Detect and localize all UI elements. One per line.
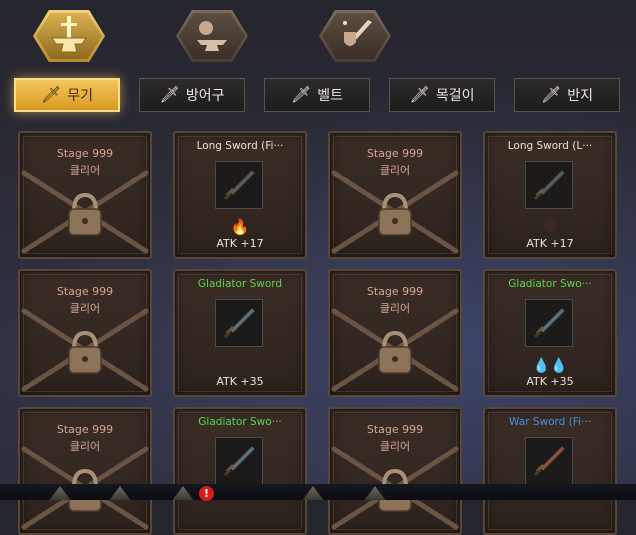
earth-gem-icon xyxy=(544,220,556,232)
locked-slot-card[interactable]: Stage 999 클리어 xyxy=(18,407,152,535)
stage-label: Stage 999 xyxy=(366,147,424,160)
attack-stat: ATK +35 xyxy=(526,375,574,388)
tab-label: 방어구 xyxy=(185,88,225,104)
stage-label: Stage 999 xyxy=(366,285,424,298)
alert-badge: ! xyxy=(199,486,214,501)
locked-slot-card[interactable]: Stage 999 클리어 xyxy=(18,131,152,259)
element-gem xyxy=(175,355,305,373)
tab-ring[interactable]: 🗡 반지 xyxy=(514,78,620,112)
category-crafting[interactable] xyxy=(176,10,248,62)
sword-item-icon xyxy=(223,445,256,477)
sword-icon: 🗡 xyxy=(159,85,180,104)
clear-label: 클리어 xyxy=(379,164,411,177)
item-icon-frame xyxy=(525,437,573,485)
tab-label: 무기 xyxy=(67,88,94,104)
element-gem: 💧💧 xyxy=(485,355,615,374)
sword-icon: 🗡 xyxy=(290,85,312,104)
category-equipment[interactable] xyxy=(319,10,391,62)
sword-item-icon xyxy=(533,307,566,339)
locked-slot-card[interactable]: Stage 999 클리어 xyxy=(328,131,462,259)
item-name: Long Sword (Fi··· xyxy=(196,140,284,152)
fire-gem-icon: 🔥 xyxy=(230,218,250,236)
water-gem-icon: 💧💧 xyxy=(532,358,568,374)
weapon-item-card[interactable]: Long Sword (Fi··· 🔥 ATK +17 xyxy=(173,131,307,259)
item-name: Gladiator Sword xyxy=(197,278,283,290)
item-name: Gladiator Swo··· xyxy=(198,416,282,428)
item-name: War Sword (Fi··· xyxy=(509,416,591,428)
item-icon-frame xyxy=(215,299,263,347)
tab-label: 벨트 xyxy=(317,88,344,104)
stage-label: Stage 999 xyxy=(56,147,114,160)
item-name: Gladiator Swo··· xyxy=(508,278,592,290)
sword-anvil-icon xyxy=(51,16,87,53)
element-gem: 🔥 xyxy=(175,217,305,236)
anvil-bag-icon xyxy=(197,21,227,51)
tab-necklace[interactable]: 🗡 목걸이 xyxy=(389,78,495,112)
sword-item-icon xyxy=(533,445,566,477)
sword-item-icon xyxy=(533,169,566,201)
sword-item-icon xyxy=(223,307,256,339)
clear-label: 클리어 xyxy=(379,440,411,453)
attack-stat: ATK +17 xyxy=(216,237,264,250)
weapon-item-card[interactable]: War Sword (Fi··· xyxy=(483,407,617,535)
sword-icon: 🗡 xyxy=(40,85,62,104)
locked-slot-card[interactable]: Stage 999 클리어 xyxy=(328,269,462,397)
weapon-item-card[interactable]: Long Sword (L··· ATK +17 xyxy=(483,131,617,259)
element-gem xyxy=(485,217,615,235)
clear-label: 클리어 xyxy=(69,164,101,177)
clear-label: 클리어 xyxy=(379,302,411,315)
stage-label: Stage 999 xyxy=(56,285,114,298)
item-name: Long Sword (L··· xyxy=(507,140,593,152)
item-icon-frame xyxy=(525,161,573,209)
clear-label: 클리어 xyxy=(69,302,101,315)
tab-label: 목걸이 xyxy=(435,88,475,104)
item-icon-frame xyxy=(215,161,263,209)
weapon-item-card[interactable]: Gladiator Swo··· xyxy=(173,407,307,535)
stage-label: Stage 999 xyxy=(366,423,424,436)
category-weapon-forge[interactable] xyxy=(33,10,105,62)
tab-armor[interactable]: 🗡 방어구 xyxy=(139,78,245,112)
attack-stat: ATK +35 xyxy=(216,375,264,388)
weapon-item-card[interactable]: Gladiator Swo··· 💧💧 ATK +35 xyxy=(483,269,617,397)
tab-belt[interactable]: 🗡 벨트 xyxy=(264,78,370,112)
sword-icon: 🗡 xyxy=(409,85,430,104)
sword-item-icon xyxy=(223,169,256,201)
item-icon-frame xyxy=(525,299,573,347)
locked-slot-card[interactable]: Stage 999 클리어 xyxy=(18,269,152,397)
clear-label: 클리어 xyxy=(69,440,101,453)
stage-label: Stage 999 xyxy=(56,423,114,436)
sword-icon: 🗡 xyxy=(540,85,562,104)
sword-shield-icon xyxy=(343,20,372,46)
locked-slot-card[interactable]: Stage 999 클리어 xyxy=(328,407,462,535)
weapon-item-card[interactable]: Gladiator Sword ATK +35 xyxy=(173,269,307,397)
item-icon-frame xyxy=(215,437,263,485)
attack-stat: ATK +17 xyxy=(526,237,574,250)
tab-weapon[interactable]: 🗡 무기 xyxy=(14,78,120,112)
tab-label: 반지 xyxy=(567,88,594,104)
